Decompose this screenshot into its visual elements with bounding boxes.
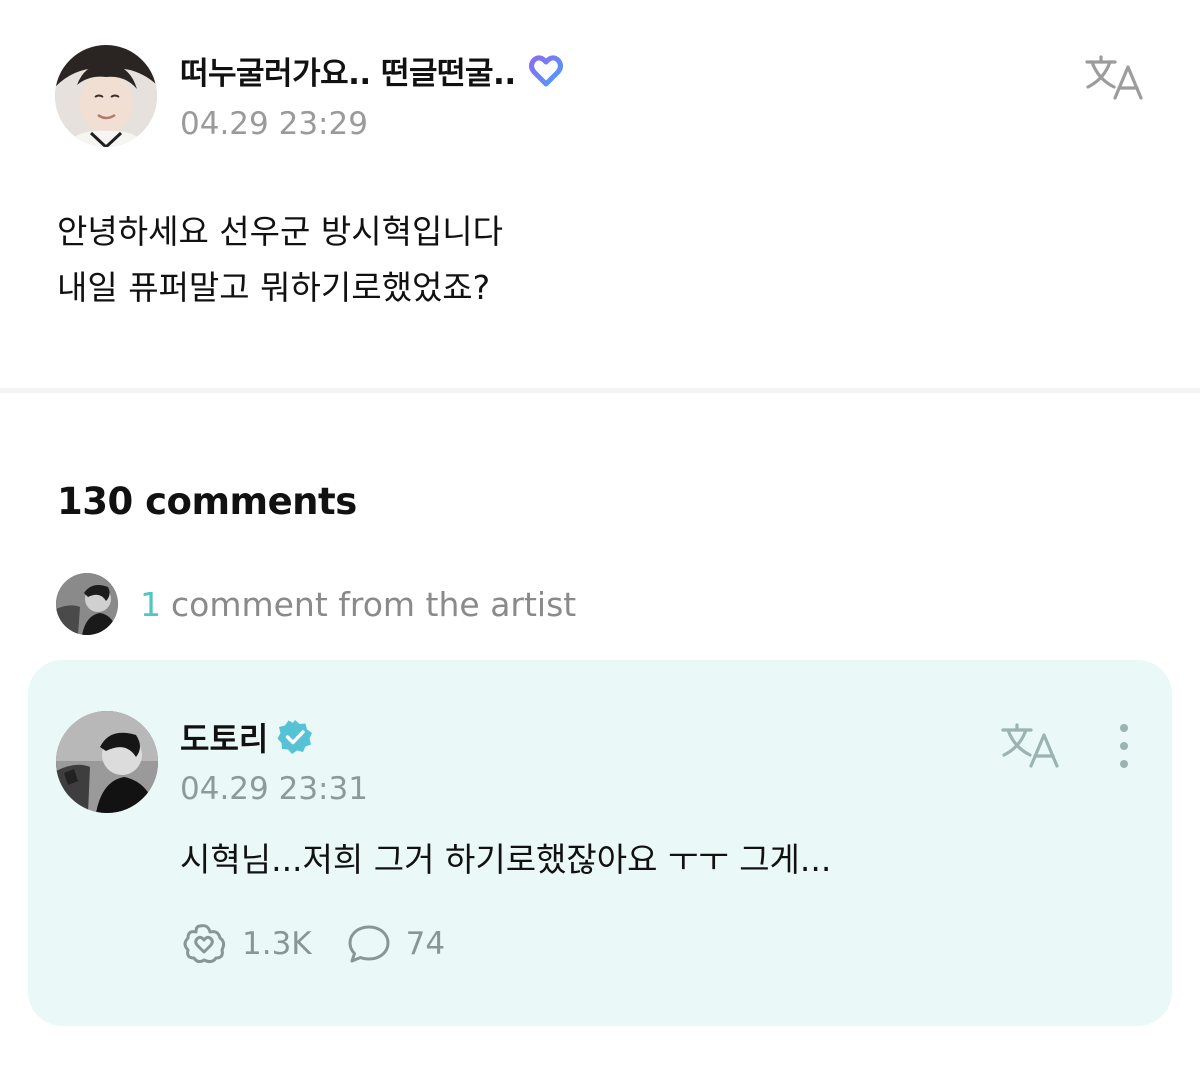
reply-count: 74 bbox=[405, 926, 446, 962]
artist-comment-author-row: 도토리 bbox=[180, 714, 314, 760]
artist-comment-timestamp: 04.29 23:31 bbox=[180, 771, 368, 807]
section-divider bbox=[0, 388, 1200, 393]
verified-badge-icon bbox=[277, 720, 313, 754]
artist-comments-text: comment from the artist bbox=[171, 584, 577, 624]
artist-comments-count: 1 bbox=[140, 584, 161, 624]
more-dot-icon bbox=[1120, 724, 1128, 732]
reply-button[interactable]: 74 bbox=[346, 923, 445, 965]
artist-comments-filter[interactable]: 1 comment from the artist bbox=[56, 573, 576, 635]
speech-bubble-icon bbox=[348, 925, 390, 963]
post-author-name[interactable]: 떠누굴러가요.. 떤글떤굴.. bbox=[180, 48, 516, 93]
post-author-avatar[interactable] bbox=[55, 45, 157, 147]
translate-icon bbox=[1085, 55, 1143, 100]
more-dot-icon bbox=[1120, 760, 1128, 768]
artist-comment-text: 시혁님...저희 그거 하기로했잖아요 ㅜㅜ 그게... bbox=[180, 840, 832, 879]
artist-mini-avatar bbox=[56, 573, 118, 635]
translate-icon bbox=[1001, 723, 1059, 768]
like-button[interactable]: 1.3K bbox=[180, 922, 312, 966]
comment-actions: 1.3K 74 bbox=[180, 922, 479, 966]
post-body: 안녕하세요 선우군 방시혁입니다 내일 퓨퍼말고 뭐하기로했었죠? bbox=[57, 204, 503, 316]
artist-comment-avatar[interactable] bbox=[56, 711, 158, 813]
post-translate-button[interactable] bbox=[1082, 50, 1146, 106]
post-author-row: 떠누굴러가요.. 떤글떤굴.. bbox=[180, 48, 566, 93]
post-detail-page: 떠누굴러가요.. 떤글떤굴.. 04.29 23:29 안녕하세요 선우군 방시… bbox=[0, 0, 1200, 1068]
bubble-heart-icon bbox=[183, 924, 226, 964]
heart-membership-badge-icon bbox=[528, 54, 563, 86]
artist-comments-label: 1 comment from the artist bbox=[140, 585, 576, 624]
post-body-line: 내일 퓨퍼말고 뭐하기로했었죠? bbox=[57, 268, 491, 307]
comments-count-heading: 130 comments bbox=[57, 480, 357, 523]
artist-comment-author-name[interactable]: 도토리 bbox=[180, 714, 268, 760]
more-dot-icon bbox=[1120, 742, 1128, 750]
post-body-line: 안녕하세요 선우군 방시혁입니다 bbox=[57, 212, 504, 251]
post-timestamp: 04.29 23:29 bbox=[180, 106, 368, 142]
like-count: 1.3K bbox=[242, 926, 312, 962]
more-options-button[interactable] bbox=[1106, 718, 1142, 774]
comment-translate-button[interactable] bbox=[998, 718, 1062, 774]
